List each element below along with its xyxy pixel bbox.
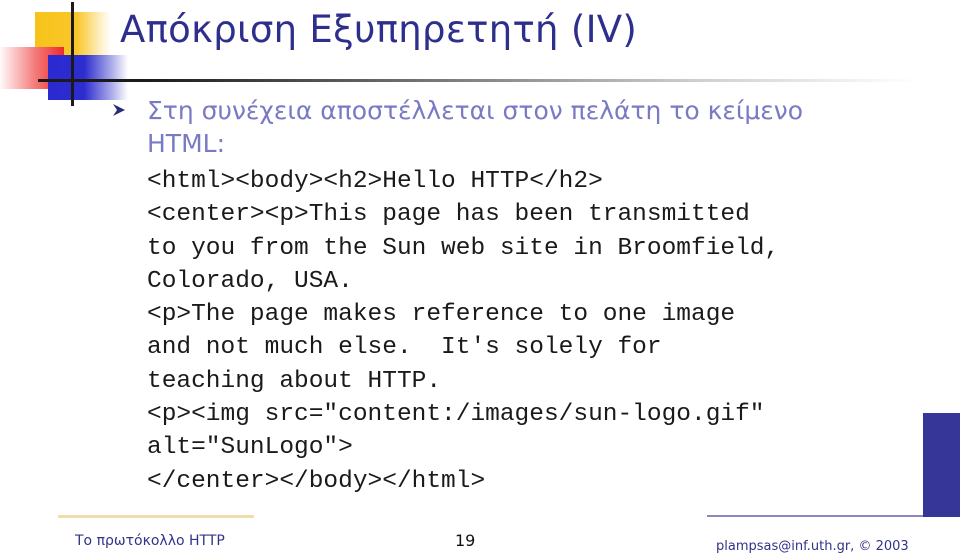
code-line: teaching about HTTP. [147, 367, 442, 395]
decorative-blue-rectangle [48, 55, 128, 100]
code-line: Colorado, USA. [147, 267, 353, 295]
footer-title: Το πρωτόκολλο HTTP [75, 533, 225, 549]
footer-credit: plampsas@inf.uth.gr, © 2003 [716, 539, 909, 554]
code-line: <p>The page makes reference to one image [147, 301, 736, 329]
slide-title: Απόκριση Εξυπηρετητή (IV) [120, 8, 638, 51]
decorative-vertical-line [71, 2, 74, 106]
arrowhead-bullet-icon [113, 104, 125, 116]
decorative-blue-block [923, 413, 960, 517]
bullet-text: Στη συνέχεια αποστέλλεται στον πελάτη το… [147, 96, 804, 158]
code-line: <center><p>This page has been transmitte… [147, 201, 750, 229]
code-line: alt="SunLogo"> [147, 434, 353, 462]
title-underline [38, 79, 918, 82]
code-line: and not much else. It's solely for [147, 334, 662, 362]
code-line: <p><img src="content:/images/sun-logo.gi… [147, 401, 765, 429]
code-line: <html><body><h2>Hello HTTP</h2> [147, 168, 603, 195]
page-number: 19 [455, 531, 476, 550]
footer-divider-right [707, 515, 923, 517]
html-code-block: <html><body><h2>Hello HTTP</h2> <center>… [147, 165, 779, 498]
code-line: </center></body></html> [147, 467, 486, 495]
footer-divider-left [58, 515, 254, 518]
code-line: to you from the Sun web site in Broomfie… [147, 234, 780, 262]
